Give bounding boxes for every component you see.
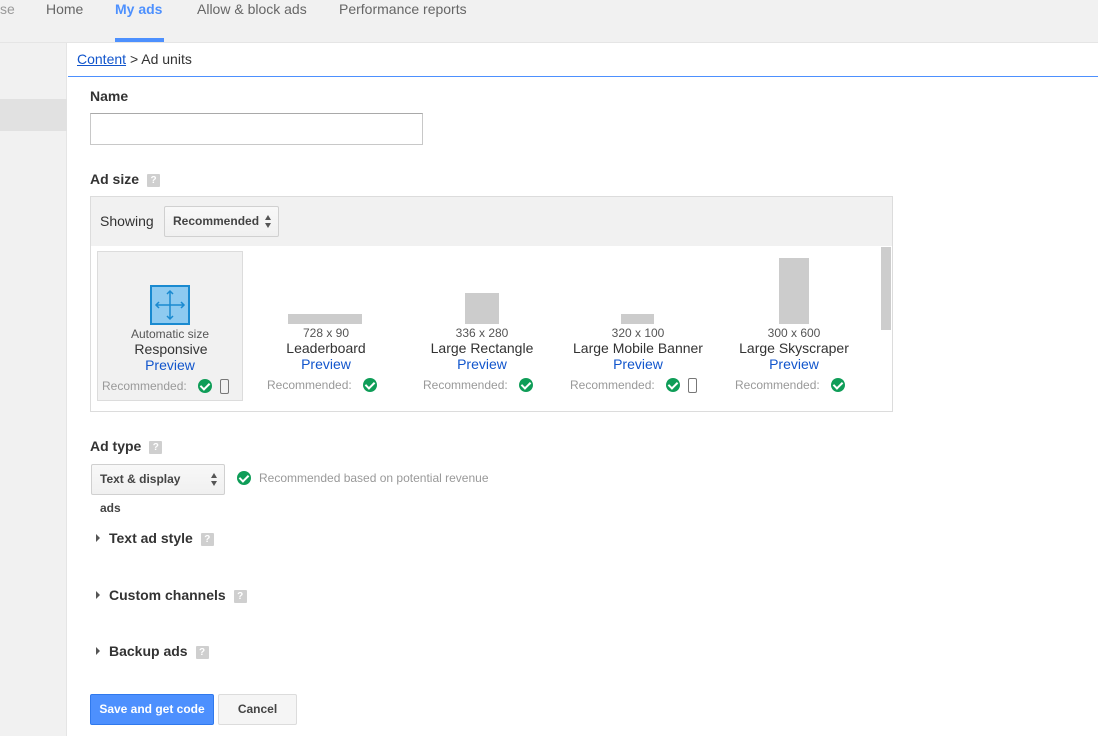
check-icon [237, 471, 251, 485]
skyscraper-shape-icon [779, 258, 809, 324]
ad-type-label-text: Ad type [90, 438, 142, 454]
ad-type-select-value: Text & display ads [100, 472, 181, 515]
ad-size-label: Ad size? [90, 171, 161, 187]
ad-size-dims: Automatic size [130, 327, 210, 341]
mobile-banner-shape-icon [621, 314, 654, 324]
preview-link[interactable]: Preview [253, 356, 399, 372]
showing-select-value: Recommended [173, 214, 260, 228]
breadcrumb-divider [68, 76, 1098, 77]
check-icon [363, 378, 378, 392]
select-arrows-icon [265, 215, 272, 228]
breadcrumb-link-content[interactable]: Content [77, 51, 126, 67]
recommended-label: Recommended: [570, 378, 655, 392]
ad-size-dims: 320 x 100 [611, 326, 665, 340]
cancel-button[interactable]: Cancel [218, 694, 297, 725]
section-label: Custom channels [109, 587, 226, 603]
left-sidebar [0, 43, 67, 736]
nav-item-my-ads[interactable]: My ads [115, 1, 162, 17]
ad-type-label: Ad type? [90, 438, 163, 454]
sidebar-selected-item[interactable] [0, 99, 67, 131]
help-icon[interactable]: ? [200, 533, 214, 546]
ad-type-recommendation: Recommended based on potential revenue [237, 471, 489, 485]
check-icon [831, 378, 846, 392]
check-icon [198, 379, 213, 393]
recommended-indicator: Recommended: [570, 378, 698, 393]
ad-size-label-text: Ad size [90, 171, 140, 187]
help-icon[interactable]: ? [147, 174, 161, 187]
active-tab-indicator [115, 38, 164, 42]
ad-type-note-text: Recommended based on potential revenue [259, 471, 489, 485]
preview-link[interactable]: Preview [721, 356, 867, 372]
section-label: Text ad style [109, 530, 193, 546]
nav-item-allow-block-ads[interactable]: Allow & block ads [197, 1, 307, 17]
expand-arrow-icon [96, 647, 100, 655]
ad-size-panel: Showing Recommended Automatic size Respo… [90, 196, 893, 412]
recommended-label: Recommended: [102, 379, 187, 393]
nav-item-home[interactable]: Home [46, 1, 83, 17]
responsive-size-icon [150, 285, 190, 325]
help-icon[interactable]: ? [233, 590, 247, 603]
rectangle-shape-icon [465, 293, 499, 324]
ad-size-dims: 300 x 600 [767, 326, 821, 340]
mobile-phone-icon [220, 379, 230, 394]
check-icon [666, 378, 681, 392]
ad-size-dims: 728 x 90 [302, 326, 350, 340]
recommended-indicator: Recommended: [102, 379, 230, 394]
preview-link[interactable]: Preview [565, 356, 711, 372]
select-arrows-icon [211, 473, 218, 486]
recommended-indicator: Recommended: [423, 378, 534, 392]
recommended-label: Recommended: [267, 378, 352, 392]
section-backup-ads[interactable]: Backup ads? [96, 643, 209, 659]
ad-size-scrollbar[interactable] [881, 247, 891, 330]
recommended-label: Recommended: [735, 378, 820, 392]
preview-link[interactable]: Preview [98, 357, 242, 373]
showing-label: Showing [100, 213, 154, 229]
ad-type-select[interactable]: Text & display ads [91, 464, 225, 515]
recommended-label: Recommended: [423, 378, 508, 392]
ad-size-filter-bar: Showing Recommended [91, 197, 892, 246]
ad-size-title: Large Skyscraper [739, 340, 849, 356]
ad-size-card-large-rectangle[interactable]: 336 x 280 Large Rectangle Preview Recomm… [409, 251, 555, 401]
expand-arrow-icon [96, 534, 100, 542]
recommended-indicator: Recommended: [735, 378, 846, 392]
ad-size-dims: 336 x 280 [455, 326, 509, 340]
name-input[interactable] [90, 113, 423, 145]
help-icon[interactable]: ? [195, 646, 209, 659]
breadcrumb-current: Ad units [141, 51, 192, 67]
section-text-ad-style[interactable]: Text ad style? [96, 530, 214, 546]
ad-size-card-leaderboard[interactable]: 728 x 90 Leaderboard Preview Recommended… [253, 251, 399, 401]
save-and-get-code-button[interactable]: Save and get code [90, 694, 214, 725]
section-label: Backup ads [109, 643, 188, 659]
top-nav: se Home My ads Allow & block ads Perform… [0, 0, 1098, 43]
leaderboard-shape-icon [288, 314, 362, 324]
expand-arrow-icon [96, 591, 100, 599]
preview-link[interactable]: Preview [409, 356, 555, 372]
nav-item-partial[interactable]: se [0, 1, 15, 17]
name-label: Name [90, 88, 129, 104]
nav-item-performance-reports[interactable]: Performance reports [339, 1, 467, 17]
mobile-phone-icon [688, 378, 698, 393]
section-custom-channels[interactable]: Custom channels? [96, 587, 247, 603]
breadcrumb: Content > Ad units [77, 51, 192, 67]
check-icon [519, 378, 534, 392]
help-icon[interactable]: ? [149, 441, 163, 454]
ad-size-card-responsive[interactable]: Automatic size Responsive Preview Recomm… [97, 251, 243, 401]
ad-size-card-large-mobile-banner[interactable]: 320 x 100 Large Mobile Banner Preview Re… [565, 251, 711, 401]
ad-size-card-large-skyscraper[interactable]: 300 x 600 Large Skyscraper Preview Recom… [721, 251, 867, 401]
recommended-indicator: Recommended: [267, 378, 378, 392]
breadcrumb-separator: > [129, 51, 139, 67]
showing-select[interactable]: Recommended [164, 206, 279, 237]
